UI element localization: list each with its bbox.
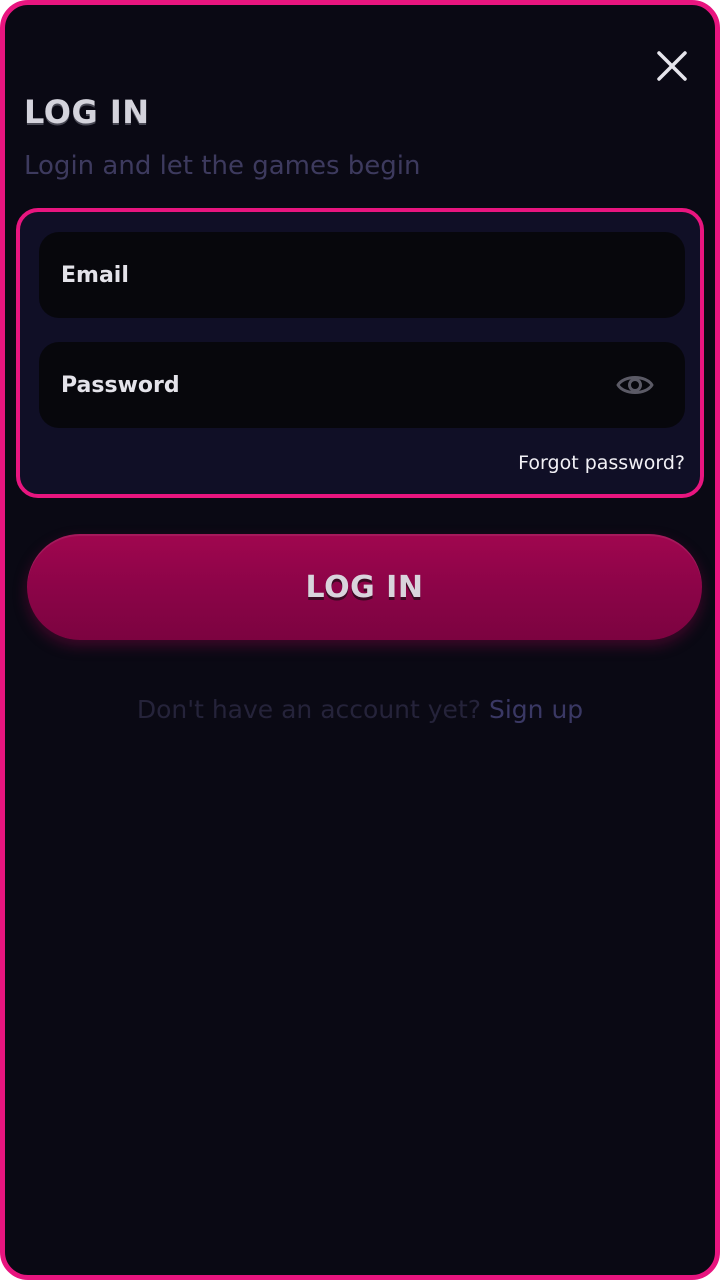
forgot-password-link[interactable]: Forgot password? xyxy=(518,452,685,474)
email-field-container xyxy=(39,232,685,318)
eye-icon xyxy=(616,376,654,394)
dialog-subtitle: Login and let the games begin xyxy=(24,151,421,181)
signup-prompt: Don't have an account yet? xyxy=(136,695,482,724)
password-visibility-toggle[interactable] xyxy=(615,366,655,404)
login-dialog: LOG IN Login and let the games begin For… xyxy=(0,0,720,1280)
login-form: Forgot password? xyxy=(16,208,704,498)
signup-link[interactable]: Sign up xyxy=(489,695,583,724)
email-input[interactable] xyxy=(61,232,601,318)
close-icon xyxy=(657,51,687,81)
password-input[interactable] xyxy=(61,342,601,428)
close-button[interactable] xyxy=(649,43,695,89)
dialog-title: LOG IN xyxy=(24,93,150,131)
login-button-label: LOG IN xyxy=(305,569,424,605)
login-button[interactable]: LOG IN xyxy=(27,534,702,640)
password-field-container xyxy=(39,342,685,428)
signup-row: Don't have an account yet? Sign up xyxy=(5,695,715,724)
